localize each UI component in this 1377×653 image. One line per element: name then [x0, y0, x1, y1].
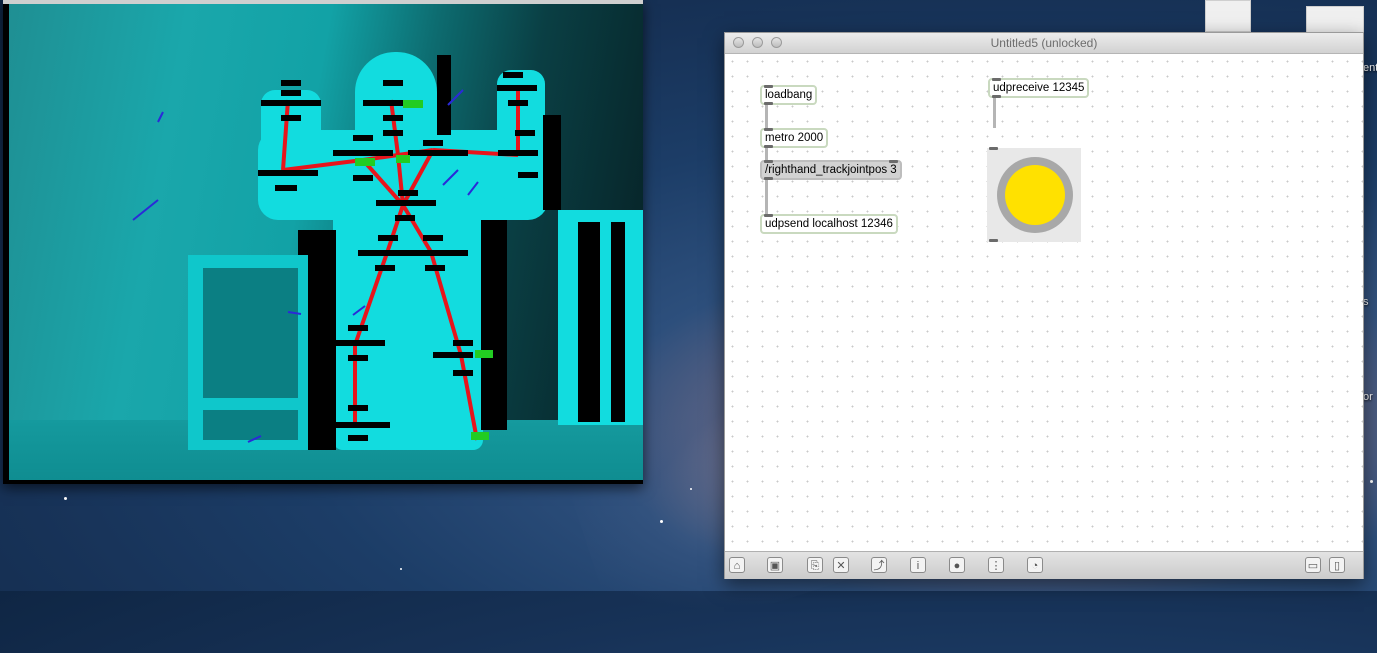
desktop-file-icon[interactable]	[1205, 0, 1251, 32]
patch-cord[interactable]	[765, 103, 768, 129]
star	[400, 568, 402, 570]
skeleton-overlay	[132, 72, 538, 443]
close-box-icon[interactable]: ✕	[833, 557, 849, 573]
loadbang-object[interactable]: loadbang	[760, 85, 818, 105]
inspector-chart-icon[interactable]: ⤴	[871, 557, 887, 573]
outlet[interactable]	[764, 102, 773, 105]
star	[64, 497, 67, 500]
udpsend-object[interactable]: udpsend localhost 12346	[760, 214, 898, 234]
title-bar[interactable]: Untitled5 (unlocked)	[725, 33, 1363, 54]
led-ring	[997, 157, 1073, 233]
message-box[interactable]: /righthand_trackjointpos 3	[760, 160, 902, 180]
inlet[interactable]	[764, 214, 773, 217]
metro-object[interactable]: metro 2000	[760, 128, 829, 148]
patch-cord[interactable]	[765, 146, 768, 161]
object-label: udpreceive 12345	[993, 82, 1085, 94]
patcher-window: Untitled5 (unlocked) loadbang metro 2000…	[724, 32, 1364, 579]
lock-icon[interactable]: ⌂	[729, 557, 745, 573]
object-label: metro 2000	[765, 132, 824, 144]
inlet[interactable]	[989, 147, 998, 150]
grid-icon[interactable]: ⋮	[988, 557, 1004, 573]
object-label: udpsend localhost 12346	[765, 218, 893, 230]
inlet[interactable]	[992, 78, 1001, 81]
message-label: /righthand_trackjointpos 3	[765, 164, 897, 176]
right-panel-icon[interactable]: ▯	[1329, 557, 1345, 573]
patcher-toolbar: ⌂ ▣ ⎘ ✕ ⤴ i ● ⋮ ◔ ▭ ▯	[725, 551, 1363, 579]
outlet[interactable]	[764, 145, 773, 148]
led-indicator	[1005, 165, 1065, 225]
star	[690, 488, 692, 490]
clock-icon[interactable]: ◔	[1027, 557, 1043, 573]
star	[660, 520, 663, 523]
inlet[interactable]	[764, 128, 773, 131]
connect-icon[interactable]: ●	[949, 557, 965, 573]
left-panel-icon[interactable]: ▭	[1305, 557, 1321, 573]
desktop-label[interactable]: or	[1363, 391, 1373, 403]
window-title: Untitled5 (unlocked)	[990, 36, 1098, 50]
clue-icon[interactable]: ⎘	[807, 557, 823, 573]
patch-cord[interactable]	[993, 96, 996, 128]
patch-cord[interactable]	[765, 178, 768, 216]
outlet[interactable]	[764, 177, 773, 180]
outlet[interactable]	[992, 95, 1001, 98]
object-label: loadbang	[765, 89, 813, 101]
patcher-canvas[interactable]: loadbang metro 2000 /righthand_trackjoin…	[725, 54, 1363, 550]
outlet[interactable]	[989, 239, 998, 242]
inlet[interactable]	[764, 85, 773, 88]
depth-camera-window	[3, 0, 643, 484]
inlet[interactable]	[888, 160, 898, 163]
inlet[interactable]	[764, 160, 773, 163]
star	[1370, 480, 1373, 483]
led-toggle[interactable]	[987, 147, 1081, 242]
udpreceive-object[interactable]: udpreceive 12345	[988, 78, 1090, 98]
desktop-label[interactable]: ent	[1363, 62, 1377, 74]
new-view-icon[interactable]: ▣	[767, 557, 783, 573]
info-icon[interactable]: i	[910, 557, 926, 573]
